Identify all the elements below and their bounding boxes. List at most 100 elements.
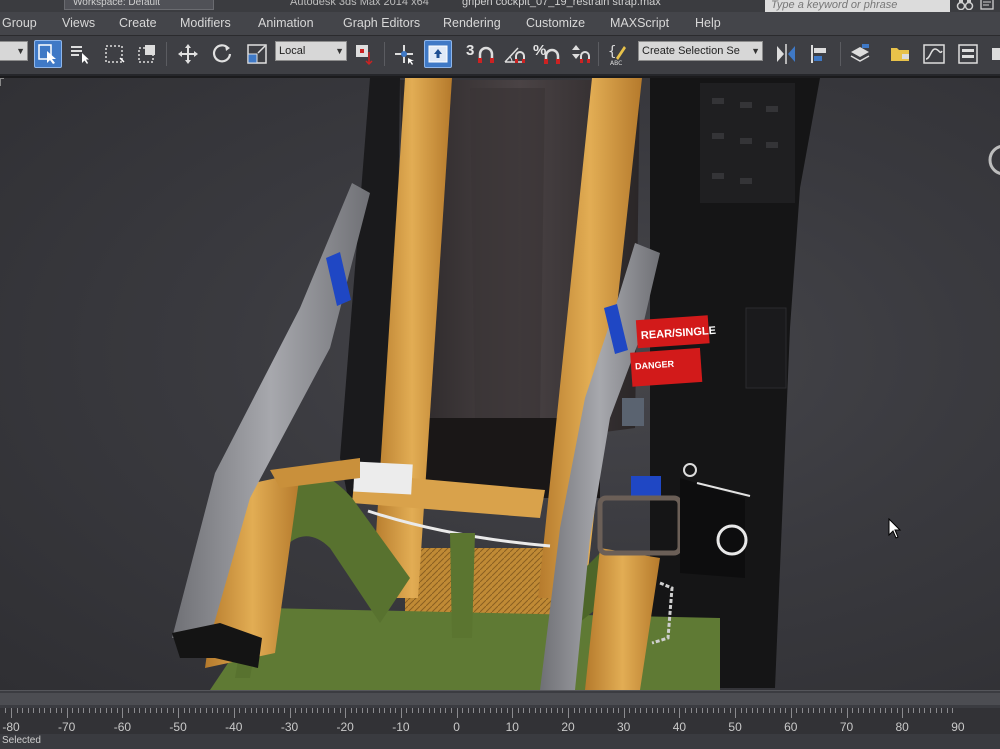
timeline-tick — [428, 708, 430, 713]
move-icon[interactable] — [174, 40, 202, 68]
menu-views[interactable]: Views — [62, 16, 95, 30]
timeline-tick — [501, 708, 503, 713]
timeline-tick — [662, 708, 664, 713]
select-manipulate-icon[interactable] — [390, 40, 418, 68]
timeline-tick — [723, 708, 725, 713]
timeline-tick — [412, 708, 414, 713]
timeline-tick — [807, 708, 809, 713]
named-selection-dropdown[interactable]: Create Selection Se ▼ — [638, 41, 763, 61]
toolbar-overflow-icon[interactable] — [988, 40, 1000, 68]
percent-snap-icon[interactable] — [538, 40, 566, 68]
curve-editor-icon[interactable] — [920, 40, 948, 68]
timeline-tick — [840, 708, 842, 713]
reference-coord-dropdown[interactable]: Local ▼ — [275, 41, 347, 61]
timeline-tick — [33, 708, 35, 713]
timeline-tick — [22, 708, 24, 713]
timeline-tick — [317, 708, 319, 713]
menu-customize[interactable]: Customize — [526, 16, 585, 30]
menu-rendering[interactable]: Rendering — [443, 16, 501, 30]
timeline-tick — [105, 708, 107, 713]
timeline-tick — [595, 708, 597, 713]
timeline-tick — [634, 708, 636, 713]
menu-maxscript[interactable]: MAXScript — [610, 16, 669, 30]
timeline-tick — [183, 708, 185, 713]
spinner-snap-icon[interactable] — [566, 40, 594, 68]
scale-icon[interactable] — [243, 40, 271, 68]
timeline-tick — [512, 708, 514, 718]
timeline-tick — [256, 708, 258, 713]
timeline-tick — [863, 708, 865, 713]
timeline-tick — [606, 708, 608, 713]
timeline-tick — [311, 708, 313, 713]
timeline-tick — [852, 708, 854, 713]
menu-modifiers[interactable]: Modifiers — [180, 16, 231, 30]
timeline-tick — [462, 708, 464, 713]
timeline-tick — [902, 708, 904, 718]
viewcube-icon — [988, 145, 1000, 175]
timeline-tick — [378, 708, 380, 713]
svg-text:ABC: ABC — [610, 60, 622, 66]
timeline-tick-label: -10 — [392, 720, 410, 734]
menu-bar: Group Views Create Modifiers Animation G… — [0, 12, 1000, 36]
menu-create[interactable]: Create — [119, 16, 157, 30]
menu-animation[interactable]: Animation — [258, 16, 314, 30]
timeline-tick — [434, 708, 436, 713]
menu-group[interactable]: Group — [2, 16, 37, 30]
timeline-tick-label: -60 — [113, 720, 132, 734]
timeline-tick — [272, 708, 274, 713]
timeline-tick — [55, 708, 57, 713]
edit-named-selection-icon[interactable]: {ABC — [604, 40, 632, 68]
timeline-tick — [701, 708, 703, 713]
timeline-tick — [813, 708, 815, 713]
timeline-tick — [590, 708, 592, 713]
timeline-tick — [423, 708, 425, 713]
timeline-tick — [61, 708, 63, 713]
time-slider-track[interactable] — [0, 690, 1000, 708]
menu-graph-editors[interactable]: Graph Editors — [343, 16, 420, 30]
timeline-tick — [88, 708, 90, 713]
layer-manager-icon[interactable] — [846, 40, 874, 68]
timeline-tick — [735, 708, 737, 718]
binoculars-icon[interactable] — [956, 0, 976, 12]
menu-help[interactable]: Help — [695, 16, 721, 30]
align-icon[interactable] — [806, 40, 834, 68]
timeline-tick — [829, 708, 831, 713]
timeline-tick — [27, 708, 29, 713]
timeline-tick — [11, 708, 12, 718]
timeline-tick — [150, 708, 152, 713]
timeline-tick — [495, 708, 497, 713]
timeline-tick — [790, 708, 792, 718]
select-object-icon[interactable] — [34, 40, 62, 68]
timeline-tick-label: -20 — [336, 720, 354, 734]
window-crossing-icon[interactable] — [134, 40, 162, 68]
timeline: -80 -70 -60 -50 -40 -30 -20 -10 0 10 20 30 40 50 60 70 8… — [0, 690, 1000, 749]
snaps-toggle-icon[interactable] — [472, 40, 500, 68]
schematic-view-icon[interactable] — [954, 40, 982, 68]
selection-filter-dropdown[interactable]: ▼ — [0, 41, 28, 61]
timeline-tick — [924, 708, 926, 713]
scene-explorer-icon[interactable] — [886, 40, 914, 68]
help-icon[interactable] — [980, 0, 996, 12]
rotate-icon[interactable] — [208, 40, 236, 68]
track-ruler[interactable]: -80 -70 -60 -50 -40 -30 -20 -10 0 10 20 30 40 50 60 70 8… — [0, 708, 1000, 734]
timeline-tick-label: 40 — [672, 720, 687, 734]
workspace-dropdown[interactable]: Workspace: Default — [64, 0, 214, 10]
angle-snap-icon[interactable] — [500, 40, 528, 68]
timeline-tick — [517, 708, 519, 713]
use-pivot-center-icon[interactable] — [350, 40, 378, 68]
time-slider[interactable] — [0, 693, 1000, 705]
perspective-viewport[interactable]: REAR/SINGLE DANGER — [0, 78, 1000, 690]
timeline-tick — [122, 708, 124, 718]
timeline-tick — [239, 708, 241, 713]
select-by-name-icon[interactable] — [66, 40, 94, 68]
ejection-seat-model[interactable]: REAR/SINGLE DANGER — [0, 78, 1000, 690]
timeline-tick — [339, 708, 341, 713]
mirror-icon[interactable] — [772, 40, 800, 68]
timeline-tick — [228, 708, 230, 713]
timeline-tick — [172, 708, 174, 713]
keyboard-shortcut-icon[interactable] — [424, 40, 452, 68]
rect-selection-icon[interactable] — [100, 40, 128, 68]
timeline-tick — [579, 708, 581, 713]
search-input[interactable]: Type a keyword or phrase — [765, 0, 950, 12]
timeline-tick — [896, 708, 898, 713]
